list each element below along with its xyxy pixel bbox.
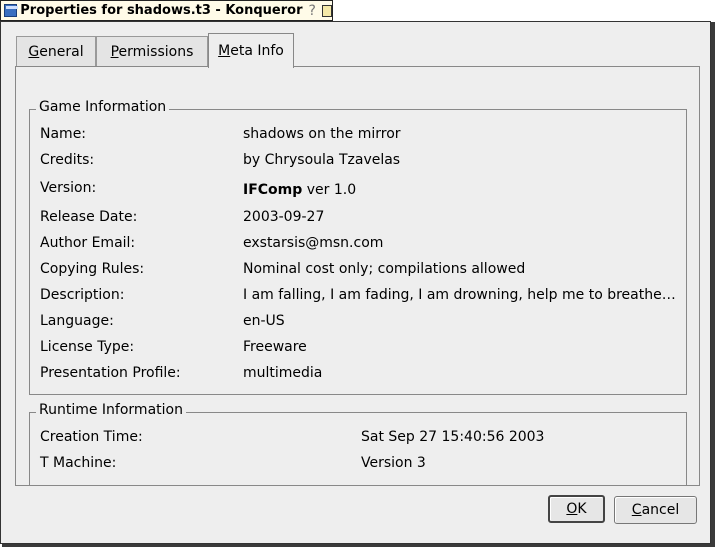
- info-row-language: Language: en-US: [40, 313, 680, 333]
- tab-permissions[interactable]: Permissions: [96, 36, 208, 67]
- field-label: Creation Time:: [40, 429, 143, 445]
- info-row-description: Description: I am falling, I am fading, …: [40, 287, 680, 307]
- window-shadow-right: [711, 22, 715, 547]
- field-value: Nominal cost only; compilations allowed: [243, 261, 526, 277]
- field-value: I am falling, I am fading, I am drowning…: [243, 287, 676, 303]
- tab-meta-info[interactable]: Meta Info: [208, 33, 294, 68]
- game-information-group: Game Information Name: shadows on the mi…: [29, 99, 687, 395]
- konqueror-window-icon[interactable]: [4, 4, 19, 17]
- info-row-version: Version: IFComp ver 1.0: [40, 180, 680, 200]
- tab-label: Meta Info: [218, 43, 284, 59]
- field-label: Copying Rules:: [40, 261, 145, 277]
- field-value: by Chrysoula Tzavelas: [243, 152, 401, 168]
- title-bar[interactable]: Properties for shadows.t3 - Konqueror ?: [0, 0, 333, 21]
- field-value: en-US: [243, 313, 285, 329]
- version-number: ver 1.0: [302, 182, 357, 198]
- maximize-button[interactable]: [321, 4, 332, 17]
- field-value: shadows on the mirror: [243, 126, 401, 142]
- field-label: Author Email:: [40, 235, 136, 251]
- info-row-release-date: Release Date: 2003-09-27: [40, 209, 680, 229]
- window-title: Properties for shadows.t3 - Konqueror: [20, 3, 303, 18]
- field-label: License Type:: [40, 339, 135, 355]
- field-label: Credits:: [40, 152, 95, 168]
- tab-general[interactable]: General: [16, 36, 96, 67]
- field-label: Version:: [40, 180, 97, 196]
- field-value: multimedia: [243, 365, 323, 381]
- group-title: Game Information: [36, 99, 170, 115]
- group-title: Runtime Information: [36, 402, 186, 418]
- field-label: Presentation Profile:: [40, 365, 181, 381]
- field-value: exstarsis@msn.com: [243, 235, 384, 251]
- tab-label: General: [28, 44, 84, 60]
- field-label: Description:: [40, 287, 125, 303]
- cancel-button[interactable]: Cancel: [614, 496, 697, 524]
- info-row-author-email: Author Email: exstarsis@msn.com: [40, 235, 680, 255]
- info-row-copying-rules: Copying Rules: Nominal cost only; compil…: [40, 261, 680, 281]
- field-label: Name:: [40, 126, 87, 142]
- meta-info-panel: Game Information Name: shadows on the mi…: [15, 66, 700, 486]
- field-label: Release Date:: [40, 209, 138, 225]
- help-icon[interactable]: ?: [309, 3, 316, 19]
- tab-label: Permissions: [110, 44, 194, 60]
- info-row-credits: Credits: by Chrysoula Tzavelas: [40, 152, 680, 172]
- info-row-presentation-profile: Presentation Profile: multimedia: [40, 365, 680, 385]
- properties-dialog: General Permissions Meta Info Game Infor…: [0, 21, 711, 544]
- field-value: Sat Sep 27 15:40:56 2003: [361, 429, 545, 445]
- ok-button-label: OK: [566, 501, 587, 517]
- field-value: IFComp ver 1.0: [243, 182, 356, 198]
- field-label: Language:: [40, 313, 114, 329]
- field-label: T Machine:: [40, 455, 117, 471]
- runtime-information-group: Runtime Information Creation Time: Sat S…: [29, 402, 687, 486]
- info-row-creation-time: Creation Time: Sat Sep 27 15:40:56 2003: [40, 429, 680, 449]
- info-row-t-machine: T Machine: Version 3: [40, 455, 680, 475]
- version-competition: IFComp: [243, 182, 303, 198]
- field-value: 2003-09-27: [243, 209, 325, 225]
- info-row-license-type: License Type: Freeware: [40, 339, 680, 359]
- field-value: Version 3: [361, 455, 426, 471]
- field-value: Freeware: [243, 339, 307, 355]
- cancel-button-label: Cancel: [631, 502, 680, 518]
- ok-button[interactable]: OK: [548, 495, 605, 523]
- info-row-name: Name: shadows on the mirror: [40, 126, 680, 146]
